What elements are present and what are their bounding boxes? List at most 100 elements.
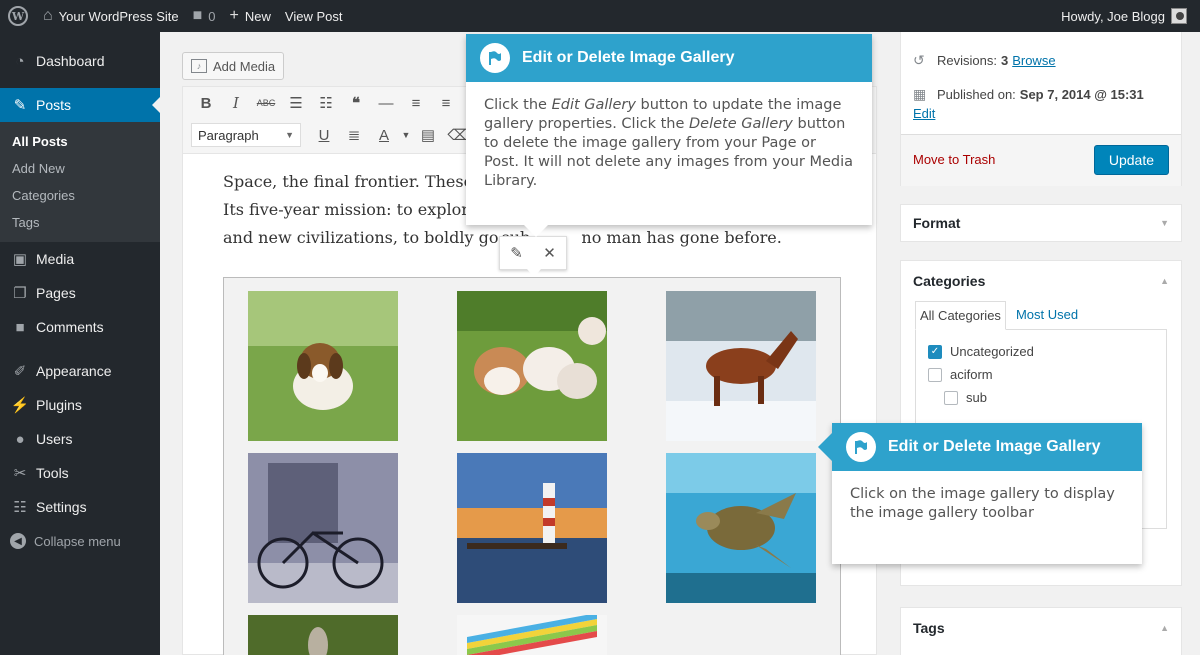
checkbox-checked[interactable]: ✓ <box>928 344 942 359</box>
bullet-list-icon[interactable]: ☰ <box>281 89 311 117</box>
align-center-icon[interactable]: ≡ <box>431 89 461 117</box>
category-sub[interactable]: sub <box>928 386 1154 409</box>
submenu-all-posts[interactable]: All Posts <box>0 128 160 155</box>
browse-revisions-link[interactable]: Browse <box>1012 53 1055 68</box>
categories-box-header[interactable]: Categories ▲ <box>901 261 1181 301</box>
category-aciform[interactable]: aciform <box>928 363 1154 386</box>
site-name-link[interactable]: ⌂ Your WordPress Site <box>36 0 186 32</box>
collapse-label: Collapse menu <box>34 533 121 549</box>
sidebar-item-posts[interactable]: ✎ Posts <box>0 88 160 122</box>
delete-gallery-close-icon[interactable]: ✕ <box>535 239 565 267</box>
tab-most-used[interactable]: Most Used <box>1012 301 1082 330</box>
blockquote-icon[interactable]: ❝ <box>341 89 371 117</box>
sidebar-item-label: Media <box>36 251 75 267</box>
italic-icon[interactable]: I <box>221 89 251 117</box>
numbered-list-icon[interactable]: ☷ <box>311 89 341 117</box>
gallery-image-beagle[interactable] <box>248 291 398 441</box>
format-box-title: Format <box>913 215 961 231</box>
revisions-row: ↺ Revisions: 3 Browse <box>901 52 1056 69</box>
submenu-categories[interactable]: Categories <box>0 182 160 209</box>
pointer-title: Edit or Delete Image Gallery <box>888 438 1101 455</box>
wrench-icon: ✂ <box>13 465 27 482</box>
user-icon: ● <box>15 430 25 448</box>
wordpress-logo-icon[interactable]: W <box>0 0 36 32</box>
my-account-link[interactable]: Howdy, Joe Blogg <box>1054 0 1200 32</box>
category-uncategorized[interactable]: ✓ Uncategorized <box>928 340 1154 363</box>
flag-icon <box>480 43 510 73</box>
sidebar-item-media[interactable]: ▣ Media <box>0 242 160 276</box>
edit-date-row: Edit <box>901 106 935 121</box>
text-color-icon[interactable]: A <box>369 121 399 149</box>
toggle-down-icon[interactable]: ▼ <box>1160 218 1169 228</box>
pointer-header: Edit or Delete Image Gallery <box>466 34 872 82</box>
horizontal-line-icon[interactable]: — <box>371 89 401 117</box>
edit-date-link[interactable]: Edit <box>913 106 935 121</box>
posts-submenu: All Posts Add New Categories Tags <box>0 122 160 242</box>
checkbox[interactable] <box>944 390 958 405</box>
format-box-header[interactable]: Format ▼ <box>901 205 1181 241</box>
add-media-button[interactable]: ♪ Add Media <box>182 52 285 80</box>
edit-gallery-pencil-icon[interactable]: ✎ <box>502 239 532 267</box>
format-select-value: Paragraph <box>198 127 259 143</box>
sidebar-item-appearance[interactable]: ✐ Appearance <box>0 354 160 388</box>
comment-bubble-icon: ■ <box>192 7 203 24</box>
underline-icon[interactable]: U <box>309 121 339 149</box>
collapse-menu-button[interactable]: ◀ Collapse menu <box>0 524 160 558</box>
sidebar-item-settings[interactable]: ☷ Settings <box>0 490 160 524</box>
pointer-body: Click the Edit Gallery button to update … <box>466 82 872 205</box>
paste-text-icon[interactable]: ▤ <box>413 121 443 149</box>
gallery-image-turtle[interactable] <box>666 453 816 603</box>
category-label: aciform <box>950 367 993 382</box>
avatar <box>1171 8 1187 24</box>
checkbox[interactable] <box>928 367 942 382</box>
gallery-image-bicycle[interactable] <box>248 453 398 603</box>
publish-actions: Move to Trash Update <box>901 134 1181 186</box>
gallery-image-bird[interactable] <box>248 615 398 655</box>
gallery-toolbar: ✎ ✕ <box>499 236 567 277</box>
category-label: Uncategorized <box>950 344 1034 359</box>
move-to-trash-link[interactable]: Move to Trash <box>913 152 995 167</box>
gallery-image-horse[interactable] <box>666 291 816 441</box>
chevron-down-icon: ▼ <box>285 130 294 140</box>
align-left-icon[interactable]: ≡ <box>401 89 431 117</box>
pages-icon: ❐ <box>13 285 27 302</box>
strikethrough-icon[interactable]: ABC <box>251 89 281 117</box>
gallery-pointer-tooltip: Edit or Delete Image Gallery Click the E… <box>466 34 872 237</box>
gallery-image-pencils[interactable] <box>457 615 607 655</box>
format-select[interactable]: Paragraph ▼ <box>191 123 301 147</box>
gallery-image-lighthouse[interactable] <box>457 453 607 603</box>
sidebar-item-tools[interactable]: ✂ Tools <box>0 456 160 490</box>
submenu-tags[interactable]: Tags <box>0 209 160 236</box>
new-content-link[interactable]: + New <box>223 0 278 32</box>
toggle-up-icon[interactable]: ▲ <box>1160 623 1169 633</box>
comments-link[interactable]: ■ 0 <box>186 0 223 32</box>
image-gallery[interactable] <box>223 277 841 655</box>
pin-icon: ✎ <box>13 97 27 114</box>
justify-icon[interactable]: ≣ <box>339 121 369 149</box>
dashboard-icon: ◔ <box>15 52 25 70</box>
sidebar-item-label: Dashboard <box>36 53 105 69</box>
add-media-label: Add Media <box>213 58 276 74</box>
text-color-dropdown-icon[interactable]: ▼ <box>399 121 413 149</box>
sidebar-item-pages[interactable]: ❐ Pages <box>0 276 160 310</box>
sidebar-item-comments[interactable]: ■ Comments <box>0 310 160 344</box>
pointer-body: Click on the image gallery to display th… <box>850 486 1115 521</box>
sidebar-item-plugins[interactable]: ⚡ Plugins <box>0 388 160 422</box>
sidebar-item-label: Posts <box>36 97 72 113</box>
update-button[interactable]: Update <box>1093 145 1169 175</box>
sidebar-item-users[interactable]: ● Users <box>0 422 160 456</box>
bird-image <box>248 615 398 655</box>
pointer-emphasis: Delete Gallery <box>689 116 793 132</box>
gallery-image-bulldogs[interactable] <box>457 291 607 441</box>
bold-icon[interactable]: B <box>191 89 221 117</box>
tab-all-categories[interactable]: All Categories <box>915 301 1006 330</box>
new-label: New <box>244 8 271 24</box>
toggle-up-icon[interactable]: ▲ <box>1160 276 1169 286</box>
submenu-add-new[interactable]: Add New <box>0 155 160 182</box>
sidebar-item-dashboard[interactable]: ◔ Dashboard <box>0 44 160 78</box>
sidebar-item-label: Appearance <box>36 363 112 379</box>
format-box: Format ▼ <box>900 204 1182 242</box>
tags-box-header[interactable]: Tags ▲ <box>901 608 1181 648</box>
plug-icon: ⚡ <box>10 397 30 414</box>
view-post-link[interactable]: View Post <box>278 0 350 32</box>
